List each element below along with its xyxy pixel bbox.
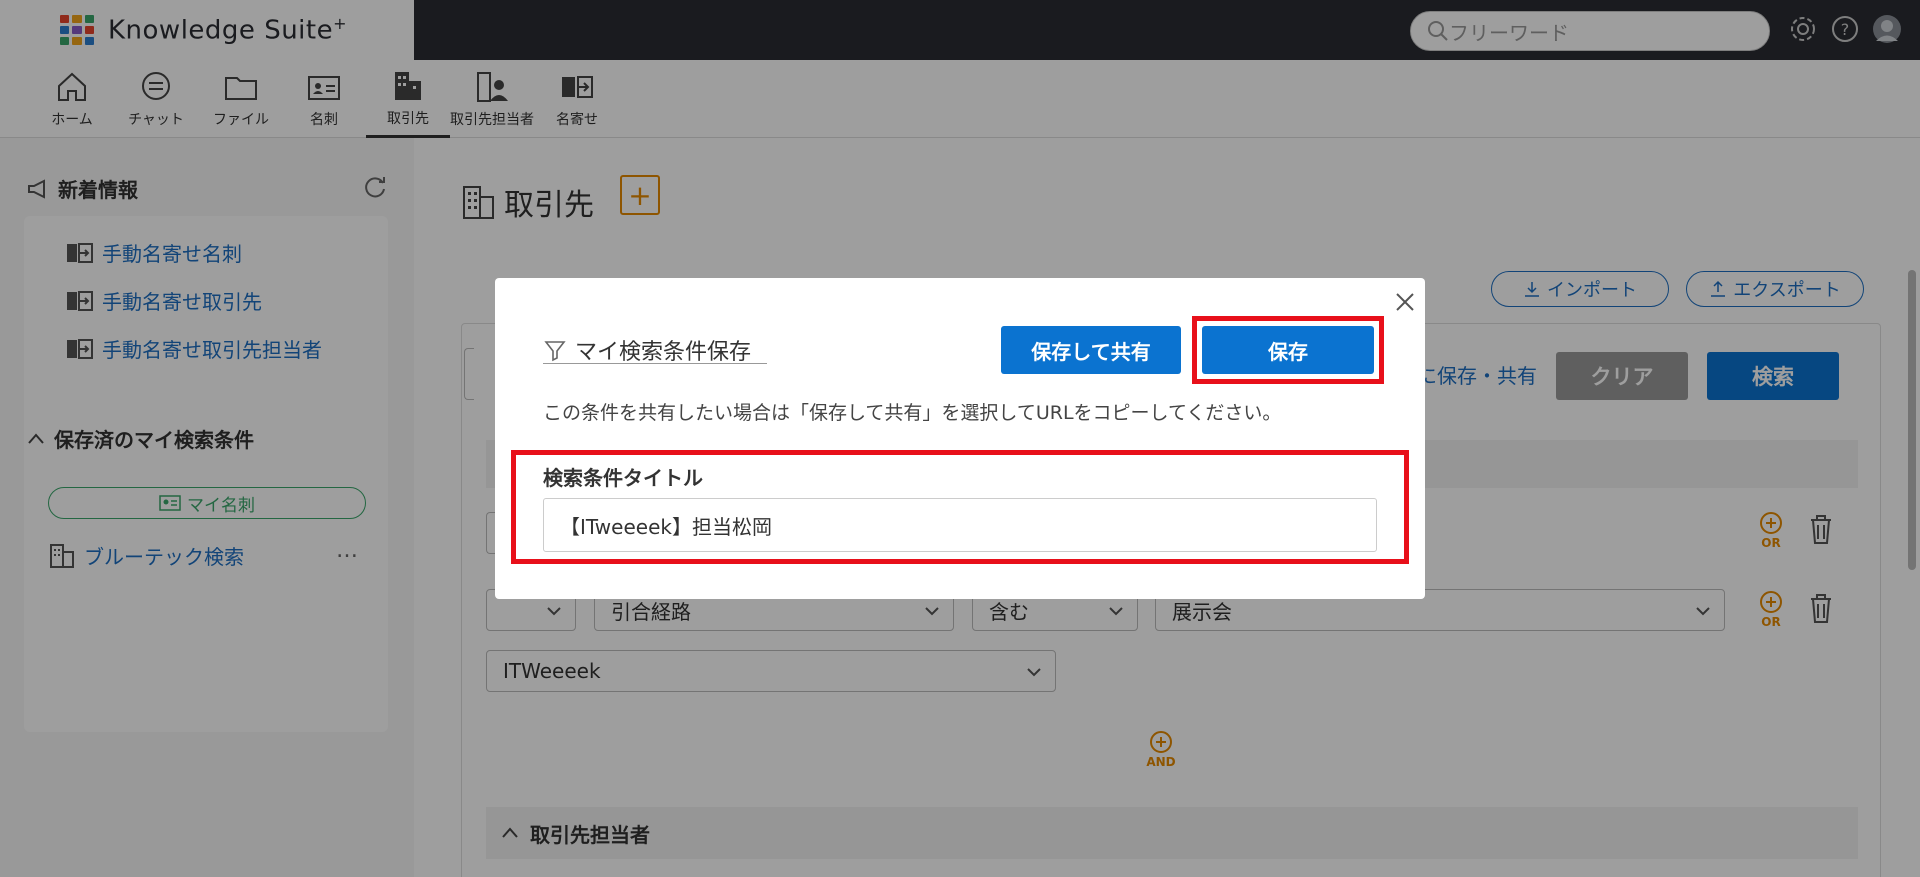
save-and-share-button[interactable]: 保存して共有	[1001, 326, 1181, 374]
title-underline	[543, 363, 767, 364]
title-field-input[interactable]: 【ITweeeek】担当松岡	[543, 498, 1377, 552]
filter-icon	[544, 341, 566, 362]
title-field-label: 検索条件タイトル	[543, 466, 703, 490]
save-button[interactable]: 保存	[1202, 326, 1374, 374]
close-icon[interactable]	[1393, 290, 1417, 314]
dialog-description: この条件を共有したい場合は「保存して共有」を選択してURLをコピーしてください。	[543, 402, 1282, 424]
dialog-title: マイ検索条件保存	[575, 340, 752, 365]
dialog-header: マイ検索条件保存	[543, 334, 751, 366]
save-search-dialog: マイ検索条件保存 保存して共有 保存 この条件を共有したい場合は「保存して共有」…	[495, 278, 1425, 599]
